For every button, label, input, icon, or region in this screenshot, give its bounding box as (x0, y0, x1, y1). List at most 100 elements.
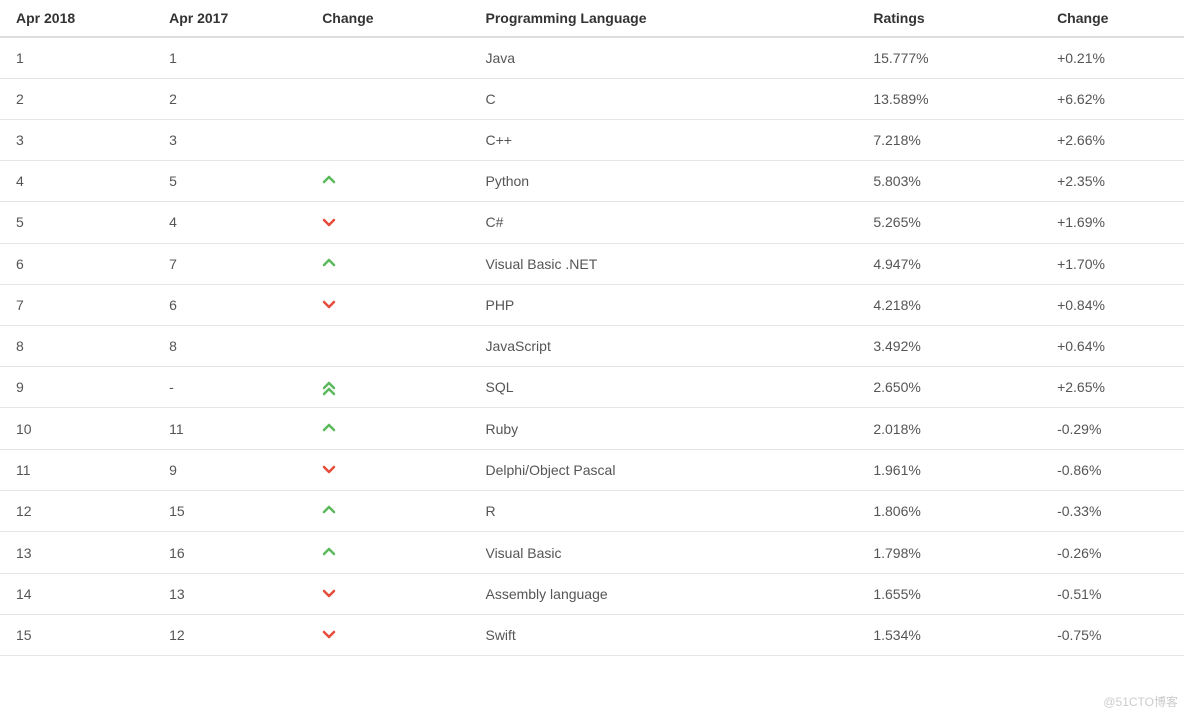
ranking-table: Apr 2018 Apr 2017 Change Programming Lan… (0, 0, 1184, 656)
cell-apr2017: 4 (153, 202, 306, 243)
cell-change: -0.75% (1041, 614, 1184, 655)
cell-apr2018: 3 (0, 120, 153, 161)
header-change: Change (1041, 0, 1184, 37)
cell-apr2018: 8 (0, 326, 153, 367)
header-language: Programming Language (469, 0, 857, 37)
cell-apr2018: 7 (0, 284, 153, 325)
chevron-down-icon (322, 299, 336, 313)
cell-change: -0.26% (1041, 532, 1184, 573)
watermark: @51CTO博客 (1103, 693, 1178, 710)
cell-language: Visual Basic .NET (469, 243, 857, 284)
cell-language: C++ (469, 120, 857, 161)
cell-ratings: 1.655% (857, 573, 1041, 614)
table-row: 1316 Visual Basic1.798%-0.26% (0, 532, 1184, 573)
chevron-up-icon (322, 175, 336, 189)
cell-apr2017: 16 (153, 532, 306, 573)
cell-apr2017: 8 (153, 326, 306, 367)
cell-ratings: 2.650% (857, 367, 1041, 408)
cell-language: C (469, 79, 857, 120)
cell-language: Ruby (469, 408, 857, 449)
cell-ratings: 7.218% (857, 120, 1041, 161)
cell-change: +0.21% (1041, 37, 1184, 79)
cell-change: +2.35% (1041, 161, 1184, 202)
cell-language: SQL (469, 367, 857, 408)
table-row: 11Java15.777%+0.21% (0, 37, 1184, 79)
cell-language: Swift (469, 614, 857, 655)
cell-language: C# (469, 202, 857, 243)
cell-trend (306, 120, 469, 161)
cell-trend (306, 408, 469, 449)
cell-trend (306, 573, 469, 614)
cell-ratings: 1.798% (857, 532, 1041, 573)
cell-apr2018: 4 (0, 161, 153, 202)
cell-apr2017: - (153, 367, 306, 408)
chevron-down-icon (322, 629, 336, 643)
cell-apr2018: 1 (0, 37, 153, 79)
cell-trend (306, 202, 469, 243)
cell-trend (306, 284, 469, 325)
table-row: 119Delphi/Object Pascal1.961%-0.86% (0, 449, 1184, 490)
cell-apr2018: 13 (0, 532, 153, 573)
cell-apr2017: 15 (153, 491, 306, 532)
header-ratings: Ratings (857, 0, 1041, 37)
cell-trend (306, 367, 469, 408)
cell-change: +0.84% (1041, 284, 1184, 325)
cell-apr2017: 2 (153, 79, 306, 120)
table-row: 67Visual Basic .NET4.947%+1.70% (0, 243, 1184, 284)
cell-trend (306, 326, 469, 367)
table-header-row: Apr 2018 Apr 2017 Change Programming Lan… (0, 0, 1184, 37)
cell-ratings: 2.018% (857, 408, 1041, 449)
cell-trend (306, 491, 469, 532)
cell-language: Delphi/Object Pascal (469, 449, 857, 490)
cell-change: +2.66% (1041, 120, 1184, 161)
cell-change: +2.65% (1041, 367, 1184, 408)
cell-ratings: 1.961% (857, 449, 1041, 490)
cell-trend (306, 243, 469, 284)
table-row: 9-SQL2.650%+2.65% (0, 367, 1184, 408)
cell-language: PHP (469, 284, 857, 325)
cell-ratings: 4.218% (857, 284, 1041, 325)
cell-apr2017: 5 (153, 161, 306, 202)
chevron-up-icon (322, 423, 336, 437)
table-row: 1011Ruby2.018%-0.29% (0, 408, 1184, 449)
cell-language: JavaScript (469, 326, 857, 367)
chevron-up-icon (322, 547, 336, 561)
cell-apr2018: 6 (0, 243, 153, 284)
cell-change: +0.64% (1041, 326, 1184, 367)
cell-trend (306, 449, 469, 490)
cell-ratings: 15.777% (857, 37, 1041, 79)
table-row: 33 C++7.218%+2.66% (0, 120, 1184, 161)
double-chevron-up-icon (322, 381, 336, 395)
cell-change: +1.70% (1041, 243, 1184, 284)
cell-apr2017: 6 (153, 284, 306, 325)
table-row: 54C#5.265%+1.69% (0, 202, 1184, 243)
cell-change: +6.62% (1041, 79, 1184, 120)
cell-change: -0.86% (1041, 449, 1184, 490)
cell-apr2017: 9 (153, 449, 306, 490)
cell-language: Java (469, 37, 857, 79)
cell-change: -0.33% (1041, 491, 1184, 532)
header-apr2018: Apr 2018 (0, 0, 153, 37)
chevron-down-icon (322, 464, 336, 478)
table-row: 45Python5.803%+2.35% (0, 161, 1184, 202)
header-apr2017: Apr 2017 (153, 0, 306, 37)
cell-trend (306, 614, 469, 655)
cell-apr2018: 2 (0, 79, 153, 120)
cell-language: Python (469, 161, 857, 202)
cell-language: Visual Basic (469, 532, 857, 573)
table-row: 88 JavaScript3.492%+0.64% (0, 326, 1184, 367)
cell-trend (306, 37, 469, 79)
cell-change: +1.69% (1041, 202, 1184, 243)
cell-apr2018: 12 (0, 491, 153, 532)
table-row: 1413Assembly language1.655%-0.51% (0, 573, 1184, 614)
cell-apr2018: 14 (0, 573, 153, 614)
cell-change: -0.29% (1041, 408, 1184, 449)
cell-ratings: 3.492% (857, 326, 1041, 367)
cell-ratings: 5.265% (857, 202, 1041, 243)
chevron-down-icon (322, 588, 336, 602)
cell-trend (306, 161, 469, 202)
cell-language: R (469, 491, 857, 532)
cell-apr2017: 3 (153, 120, 306, 161)
table-row: 1512Swift1.534%-0.75% (0, 614, 1184, 655)
cell-apr2018: 10 (0, 408, 153, 449)
